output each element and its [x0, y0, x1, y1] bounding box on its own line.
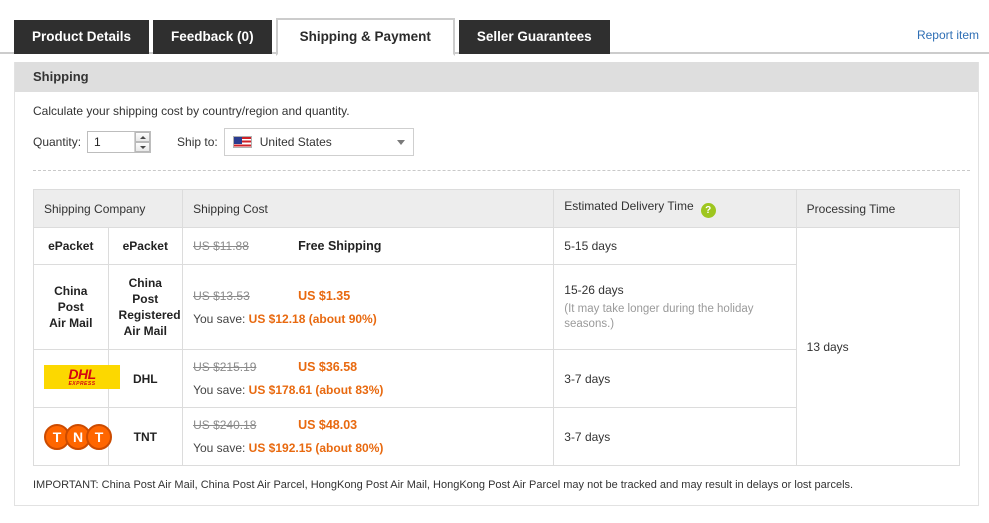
- shipping-cost-cell: US $240.18 US $48.03 You save: US $192.1…: [183, 408, 554, 466]
- carrier-name: DHL: [133, 372, 158, 386]
- report-item-link[interactable]: Report item: [917, 28, 979, 42]
- estimated-delivery-cell: 3-7 days: [554, 350, 796, 408]
- china-post-logo-icon: China PostAir Mail: [49, 284, 92, 330]
- dhl-logo-text: DHL: [44, 367, 120, 381]
- tnt-letter-circle: T: [86, 424, 112, 450]
- carrier-logo-cell: China PostAir Mail: [34, 265, 109, 350]
- quantity-stepper[interactable]: 1: [87, 131, 151, 153]
- us-flag-icon: [233, 136, 252, 148]
- original-price: US $215.19: [193, 360, 298, 374]
- discounted-price: US $36.58: [298, 360, 357, 374]
- eta-value: 5-15 days: [564, 239, 785, 253]
- tab-bar: Product Details Feedback (0) Shipping & …: [0, 0, 989, 54]
- eta-value: 3-7 days: [564, 372, 785, 386]
- dhl-logo-icon: DHL EXPRESS: [44, 365, 120, 389]
- carrier-name-cell: China PostRegistered Air Mail: [108, 265, 183, 350]
- savings-label: You save:: [193, 383, 249, 397]
- tab-list: Product Details Feedback (0) Shipping & …: [14, 0, 989, 54]
- processing-time-cell: 13 days: [796, 228, 959, 466]
- ship-to-label: Ship to:: [177, 135, 218, 149]
- shipping-panel-body: Calculate your shipping cost by country/…: [15, 92, 978, 505]
- shipping-table-head: Shipping Company Shipping Cost Estimated…: [34, 190, 960, 228]
- flag-canton: [234, 137, 243, 144]
- shipping-cost-cell: US $13.53 US $1.35 You save: US $12.18 (…: [183, 265, 554, 350]
- column-header-estimated-delivery-time: Estimated Delivery Time?: [554, 190, 796, 228]
- quantity-spinner[interactable]: [134, 132, 150, 152]
- column-header-shipping-company: Shipping Company: [34, 190, 183, 228]
- quantity-decrement-button[interactable]: [135, 142, 150, 152]
- important-note: IMPORTANT: China Post Air Mail, China Po…: [15, 466, 978, 505]
- ship-to-country-value: United States: [260, 135, 397, 149]
- estimated-delivery-cell: 5-15 days: [554, 228, 796, 265]
- discounted-price: US $1.35: [298, 289, 350, 303]
- savings-label: You save:: [193, 312, 249, 326]
- tab-product-details[interactable]: Product Details: [14, 20, 149, 54]
- help-icon[interactable]: ?: [701, 203, 716, 218]
- column-header-eta-label: Estimated Delivery Time: [564, 199, 693, 213]
- dhl-logo-subtext: EXPRESS: [44, 381, 120, 387]
- arrow-up-icon: [140, 136, 146, 139]
- free-shipping-label: Free Shipping: [298, 239, 381, 253]
- carrier-name: China PostRegistered Air Mail: [119, 276, 181, 338]
- savings-label: You save:: [193, 441, 249, 455]
- cost-line: US $11.88 Free Shipping: [193, 239, 543, 253]
- arrow-down-icon: [140, 146, 146, 149]
- estimated-delivery-cell: 15-26 days (It may take longer during th…: [554, 265, 796, 350]
- cost-line: US $215.19 US $36.58: [193, 360, 543, 374]
- original-price: US $240.18: [193, 418, 298, 432]
- tab-seller-guarantees[interactable]: Seller Guarantees: [459, 20, 610, 54]
- carrier-logo-cell: T N T: [34, 408, 109, 466]
- savings-amount: US $192.15 (about 80%): [249, 441, 384, 455]
- eta-value: 15-26 days: [564, 283, 785, 297]
- savings-line: You save: US $178.61 (about 83%): [193, 383, 543, 397]
- table-header-row: Shipping Company Shipping Cost Estimated…: [34, 190, 960, 228]
- column-header-shipping-cost: Shipping Cost: [183, 190, 554, 228]
- epacket-logo-icon: ePacket: [48, 239, 93, 253]
- savings-line: You save: US $192.15 (about 80%): [193, 441, 543, 455]
- estimated-delivery-cell: 3-7 days: [554, 408, 796, 466]
- eta-note: (It may take longer during the holiday s…: [564, 302, 785, 332]
- original-price: US $13.53: [193, 289, 298, 303]
- carrier-name-cell: TNT: [108, 408, 183, 466]
- tab-shipping-payment[interactable]: Shipping & Payment: [276, 18, 455, 56]
- ship-to-country-select[interactable]: United States: [224, 128, 414, 156]
- carrier-logo-cell: DHL EXPRESS: [34, 350, 109, 408]
- quantity-label: Quantity:: [33, 135, 81, 149]
- shipping-table-container: Shipping Company Shipping Cost Estimated…: [15, 171, 978, 466]
- cost-line: US $13.53 US $1.35: [193, 289, 543, 303]
- column-header-processing-time: Processing Time: [796, 190, 959, 228]
- tnt-logo-icon: T N T: [44, 422, 112, 452]
- carrier-name: TNT: [134, 430, 157, 444]
- carrier-logo-cell: ePacket: [34, 228, 109, 265]
- shipping-options-table: Shipping Company Shipping Cost Estimated…: [33, 189, 960, 466]
- calculate-instruction: Calculate your shipping cost by country/…: [15, 104, 978, 128]
- table-row: ePacket ePacket US $11.88 Free Shipping: [34, 228, 960, 265]
- carrier-name-cell: ePacket: [108, 228, 183, 265]
- shipping-calculator-form: Quantity: 1 Ship to: United States: [15, 128, 978, 170]
- shipping-panel: Shipping Calculate your shipping cost by…: [14, 62, 979, 506]
- quantity-input[interactable]: 1: [88, 135, 134, 149]
- chevron-down-icon[interactable]: [397, 140, 405, 145]
- discounted-price: US $48.03: [298, 418, 357, 432]
- tab-feedback[interactable]: Feedback (0): [153, 20, 272, 54]
- shipping-cost-cell: US $215.19 US $36.58 You save: US $178.6…: [183, 350, 554, 408]
- eta-value: 3-7 days: [564, 430, 785, 444]
- shipping-table-body: ePacket ePacket US $11.88 Free Shipping: [34, 228, 960, 466]
- quantity-increment-button[interactable]: [135, 132, 150, 142]
- shipping-cost-cell: US $11.88 Free Shipping: [183, 228, 554, 265]
- original-price: US $11.88: [193, 239, 298, 253]
- carrier-name: ePacket: [123, 239, 168, 253]
- cost-line: US $240.18 US $48.03: [193, 418, 543, 432]
- savings-amount: US $12.18 (about 90%): [249, 312, 377, 326]
- savings-line: You save: US $12.18 (about 90%): [193, 312, 543, 326]
- savings-amount: US $178.61 (about 83%): [249, 383, 384, 397]
- shipping-panel-title: Shipping: [15, 62, 978, 92]
